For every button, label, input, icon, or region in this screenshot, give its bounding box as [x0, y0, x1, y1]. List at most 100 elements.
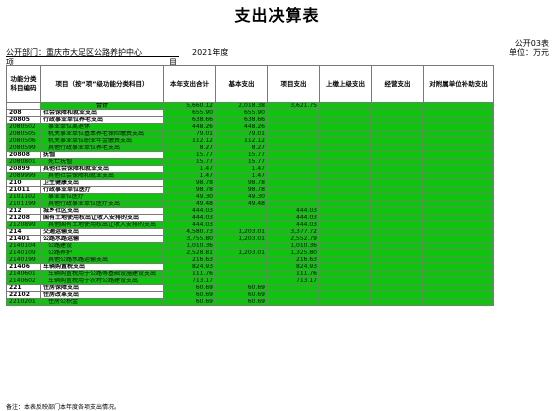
table-cell — [423, 249, 494, 257]
table-cell: 49.48 — [215, 200, 268, 208]
table-cell: 21011 — [6, 186, 41, 194]
col-header: 项目支出 — [267, 65, 320, 103]
table-cell — [267, 200, 320, 208]
col-header: 项目（按“项”级功能分类科目） — [40, 65, 164, 103]
table-cell: 212 — [6, 207, 41, 215]
table-cell: 交通运输支出 — [40, 228, 164, 236]
table-cell — [423, 235, 494, 243]
table-cell — [319, 193, 372, 201]
table-cell: 1.47 — [163, 165, 216, 173]
table-cell: 2120899 — [6, 221, 41, 229]
table-cell — [423, 116, 494, 124]
table-cell — [371, 277, 424, 285]
table-cell: 2089999 — [6, 172, 41, 180]
table-cell — [423, 172, 494, 180]
table-cell: 公路建设 — [40, 242, 164, 250]
table-cell — [319, 221, 372, 229]
table-cell — [215, 277, 268, 285]
table-cell — [423, 214, 494, 222]
col-header: 经营支出 — [371, 65, 424, 103]
table-cell — [319, 242, 372, 250]
table-row: 2080502 事业单位离退休 448.26 448.26 — [6, 123, 494, 131]
table-cell: 2140104 — [6, 242, 41, 250]
table-cell — [423, 200, 494, 208]
table-cell: 车辆购置税用于公路等基础设施建设支出 — [40, 270, 164, 278]
table-cell: 20808 — [6, 151, 41, 159]
table-cell — [423, 221, 494, 229]
table-cell: 事业单位离退休 — [40, 123, 164, 131]
table-cell — [319, 256, 372, 264]
expenditure-table: 功能分类科目编码 项目（按“项”级功能分类科目） 本年支出合计 基本支出 项目支… — [6, 65, 494, 306]
table-cell: 98.78 — [163, 179, 216, 187]
table-cell: 其他行政事业单位医疗支出 — [40, 200, 164, 208]
table-cell: 216.63 — [163, 256, 216, 264]
table-cell: 112.12 — [163, 137, 216, 145]
table-cell: 2080801 — [6, 158, 41, 166]
table-cell: 214 — [6, 228, 41, 236]
table-row: 20808 抚恤 15.77 15.77 — [6, 151, 494, 159]
table-cell: 2,018.38 — [215, 102, 268, 110]
table-cell: 2080599 — [6, 144, 41, 152]
table-cell — [319, 263, 372, 271]
table-cell: 住房保障支出 — [40, 284, 164, 292]
table-cell — [371, 102, 424, 110]
table-cell: 公路水路运输 — [40, 235, 164, 243]
table-cell: 638.66 — [163, 116, 216, 124]
table-cell: 60.69 — [163, 298, 216, 306]
table-cell: 98.78 — [215, 186, 268, 194]
table-cell — [267, 193, 320, 201]
table-cell — [319, 144, 372, 152]
table-cell — [371, 207, 424, 215]
table-cell — [319, 298, 372, 306]
table-cell — [371, 137, 424, 145]
table-cell — [319, 137, 372, 145]
table-cell: 655.90 — [163, 109, 216, 117]
table-cell: 8.27 — [163, 144, 216, 152]
table-cell: 21208 — [6, 214, 41, 222]
table-cell — [423, 109, 494, 117]
table-row: 2080801 死亡抚恤 15.77 15.77 — [6, 158, 494, 166]
table-cell — [319, 235, 372, 243]
table-row: 21401 公路水路运输 3,755.80 1,203.01 2,552.79 — [6, 235, 494, 243]
table-cell: 1,203.01 — [215, 249, 268, 257]
table-cell — [319, 284, 372, 292]
table-row: 2101102 事业单位医疗 49.30 49.30 — [6, 193, 494, 201]
table-cell — [371, 256, 424, 264]
table-cell — [319, 200, 372, 208]
table-cell: 15.77 — [215, 158, 268, 166]
table-cell — [319, 123, 372, 131]
table-cell: 15.77 — [163, 158, 216, 166]
table-cell — [267, 158, 320, 166]
table-cell: 2140601 — [6, 270, 41, 278]
table-cell: 49.48 — [163, 200, 216, 208]
table-row: 2089999 其他社会保障和就业支出 1.47 1.47 — [6, 172, 494, 180]
table-cell — [423, 186, 494, 194]
table-cell: 其他国有土地使用权出让收入安排的支出 — [40, 221, 164, 229]
table-cell — [267, 165, 320, 173]
table-cell — [423, 291, 494, 299]
table-cell — [423, 263, 494, 271]
table-row: 2140104 公路建设 1,010.36 1,010.36 — [6, 242, 494, 250]
table-cell: 卫生健康支出 — [40, 179, 164, 187]
table-cell: 21406 — [6, 263, 41, 271]
table-cell: 其他公路水路运输支出 — [40, 256, 164, 264]
table-cell: 221 — [6, 284, 41, 292]
table-row: 210 卫生健康支出 98.78 98.78 — [6, 179, 494, 187]
table-cell: 8.27 — [215, 144, 268, 152]
table-cell — [423, 298, 494, 306]
table-cell: 5,660.12 — [163, 102, 216, 110]
table-cell — [371, 200, 424, 208]
table-cell — [423, 284, 494, 292]
table-cell — [215, 270, 268, 278]
table-cell — [319, 158, 372, 166]
table-cell: 15.77 — [215, 151, 268, 159]
table-cell — [371, 165, 424, 173]
table-cell: 79.01 — [163, 130, 216, 138]
table-cell — [267, 116, 320, 124]
table-cell — [267, 298, 320, 306]
table-cell: 112.12 — [215, 137, 268, 145]
table-cell — [371, 144, 424, 152]
table-cell: 448.26 — [215, 123, 268, 131]
table-cell — [423, 158, 494, 166]
table-cell: 社会保障和就业支出 — [40, 109, 164, 117]
